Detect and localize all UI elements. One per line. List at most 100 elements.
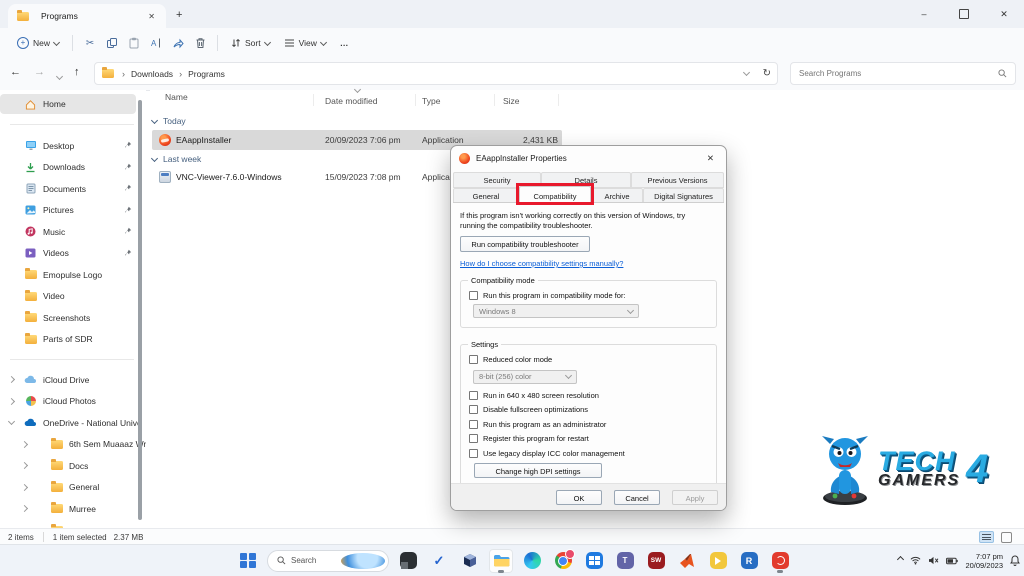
chevron-right-icon[interactable]	[21, 505, 28, 512]
taskbar-file-explorer[interactable]	[489, 549, 513, 573]
reduced-color-checkbox-row[interactable]: Reduced color mode	[469, 355, 708, 364]
tab-digital-signatures[interactable]: Digital Signatures	[643, 188, 724, 203]
chevron-right-icon[interactable]	[8, 376, 15, 383]
column-header-type[interactable]: Type	[422, 96, 440, 106]
details-view-toggle[interactable]	[979, 531, 994, 543]
color-depth-dropdown[interactable]: 8-bit (256) color	[473, 370, 577, 384]
option-restart-checkbox[interactable]	[469, 434, 478, 443]
sidebar-item-screenshots[interactable]: Screenshots	[0, 307, 146, 329]
icons-view-toggle[interactable]	[1001, 532, 1012, 543]
up-button[interactable]: ↑	[74, 66, 80, 78]
dialog-titlebar[interactable]: EAappInstaller Properties ✕	[451, 146, 726, 170]
back-button[interactable]: ←	[10, 66, 21, 78]
delete-button[interactable]	[189, 32, 211, 54]
group-header-last-week[interactable]: Last week	[152, 154, 201, 164]
share-button[interactable]	[167, 32, 189, 54]
taskbar-search[interactable]: Search	[267, 550, 389, 572]
sidebar-item-general[interactable]: General	[0, 477, 146, 499]
window-close-button[interactable]: ✕	[984, 0, 1024, 28]
sidebar-item-pictures[interactable]: Pictures	[0, 200, 146, 222]
new-button[interactable]: + New	[10, 33, 66, 53]
cancel-button[interactable]: Cancel	[614, 490, 660, 505]
tab-previous-versions[interactable]: Previous Versions	[631, 172, 724, 188]
taskbar-edge[interactable]	[520, 549, 544, 573]
chevron-right-icon[interactable]	[8, 397, 15, 404]
notification-bell-icon[interactable]	[1010, 555, 1020, 566]
option-fullscreen-row[interactable]: Disable fullscreen optimizations	[469, 405, 708, 414]
taskbar-chrome[interactable]	[551, 549, 575, 573]
wifi-icon[interactable]	[910, 556, 921, 565]
tab-general[interactable]: General	[453, 188, 519, 203]
view-button[interactable]: View	[277, 34, 333, 52]
compatibility-os-dropdown[interactable]: Windows 8	[473, 304, 639, 318]
recent-locations-button[interactable]	[57, 70, 62, 82]
sidebar-item-documents[interactable]: Documents	[0, 178, 146, 200]
sidebar-item-desktop[interactable]: Desktop	[0, 135, 146, 157]
ok-button[interactable]: OK	[556, 490, 602, 505]
sidebar-scrollbar[interactable]	[138, 100, 142, 520]
taskbar-solidworks[interactable]: SW	[644, 549, 668, 573]
option-restart-row[interactable]: Register this program for restart	[469, 434, 708, 443]
sort-button[interactable]: Sort	[224, 34, 277, 52]
rename-button[interactable]: A	[145, 32, 167, 54]
sidebar-item-murree[interactable]: Murree	[0, 498, 146, 520]
option-640x480-checkbox[interactable]	[469, 391, 478, 400]
tray-chevron-up-icon[interactable]	[898, 559, 903, 562]
taskbar-yellow-app[interactable]	[706, 549, 730, 573]
compatibility-mode-checkbox[interactable]	[469, 291, 478, 300]
sidebar-item-home[interactable]: Home	[0, 94, 136, 114]
option-icc-checkbox[interactable]	[469, 449, 478, 458]
taskbar-virtualbox[interactable]	[458, 549, 482, 573]
sidebar-item-docs[interactable]: Docs	[0, 455, 146, 477]
option-icc-row[interactable]: Use legacy display ICC color management	[469, 449, 708, 458]
address-dropdown-icon[interactable]	[743, 69, 750, 76]
chevron-right-icon[interactable]	[21, 483, 28, 490]
tab-compatibility[interactable]: Compatibility	[519, 186, 591, 203]
sidebar-item-onedrive[interactable]: OneDrive - National Unive	[0, 412, 146, 434]
compatibility-mode-checkbox-row[interactable]: Run this program in compatibility mode f…	[469, 291, 708, 300]
apply-button[interactable]: Apply	[672, 490, 718, 505]
column-header-date[interactable]: Date modified	[325, 96, 377, 106]
breadcrumb-downloads[interactable]: Downloads	[131, 69, 173, 79]
taskbar-r-app[interactable]: R	[737, 549, 761, 573]
taskbar-teams[interactable]: T	[613, 549, 637, 573]
breadcrumb[interactable]: › Downloads › Programs ↻	[94, 62, 778, 85]
option-fullscreen-checkbox[interactable]	[469, 405, 478, 414]
sidebar-item-icloud-photos[interactable]: iCloud Photos	[0, 391, 146, 413]
tray-clock[interactable]: 7:07 pm 20/09/2023	[965, 552, 1003, 570]
window-minimize-button[interactable]: –	[904, 0, 944, 28]
explorer-tab-programs[interactable]: Programs ✕	[8, 4, 166, 28]
sidebar-item-icloud-drive[interactable]: iCloud Drive	[0, 369, 146, 391]
more-options-button[interactable]: …	[333, 34, 356, 52]
sidebar-item-6th-sem[interactable]: 6th Sem Muaaaz Writ	[0, 434, 146, 456]
tab-close-icon[interactable]: ✕	[145, 11, 158, 22]
sidebar-item-music[interactable]: Music	[0, 221, 146, 243]
breadcrumb-programs[interactable]: Programs	[188, 69, 225, 79]
compatibility-help-link[interactable]: How do I choose compatibility settings m…	[460, 259, 623, 268]
option-admin-checkbox[interactable]	[469, 420, 478, 429]
chevron-right-icon[interactable]	[21, 440, 28, 447]
sidebar-item-emopulse-logo[interactable]: Emopulse Logo	[0, 264, 146, 286]
tab-archive[interactable]: Archive	[591, 188, 643, 203]
search-input[interactable]	[791, 68, 998, 79]
taskbar-todo[interactable]: ✓	[427, 549, 451, 573]
copy-button[interactable]	[101, 32, 123, 54]
taskbar-app-dark[interactable]	[396, 549, 420, 573]
window-maximize-button[interactable]	[944, 0, 984, 28]
sidebar-item-video[interactable]: Video	[0, 286, 146, 308]
column-header-name[interactable]: Name	[165, 92, 188, 102]
volume-muted-icon[interactable]	[928, 556, 939, 565]
taskbar-red-app[interactable]	[768, 549, 792, 573]
cut-button[interactable]: ✂	[79, 32, 101, 54]
run-compatibility-troubleshooter-button[interactable]: Run compatibility troubleshooter	[460, 236, 590, 252]
chevron-right-icon[interactable]	[21, 462, 28, 469]
sidebar-item-downloads[interactable]: Downloads	[0, 157, 146, 179]
sidebar-item-videos[interactable]: Videos	[0, 243, 146, 265]
new-tab-button[interactable]: +	[176, 8, 182, 22]
reduced-color-checkbox[interactable]	[469, 355, 478, 364]
paste-button[interactable]	[123, 32, 145, 54]
group-header-today[interactable]: Today	[152, 116, 186, 126]
taskbar-matlab[interactable]	[675, 549, 699, 573]
change-high-dpi-button[interactable]: Change high DPI settings	[474, 463, 602, 478]
refresh-button[interactable]: ↻	[763, 68, 771, 79]
